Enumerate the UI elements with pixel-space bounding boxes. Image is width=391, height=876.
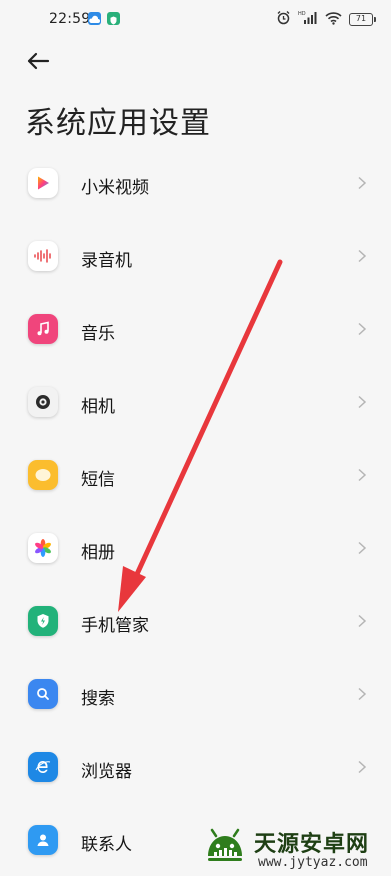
- chevron-right-icon: [358, 541, 367, 555]
- back-arrow-icon: [25, 51, 51, 75]
- back-button[interactable]: [25, 50, 55, 76]
- list-item-messages[interactable]: 短信: [0, 444, 391, 517]
- settings-list: 小米视频 录音机 音乐 相机 短信 相册 手机管家 搜索 浏览器 联系人: [0, 152, 391, 876]
- list-item-label: 联系人: [81, 835, 132, 855]
- list-item-label: 搜索: [81, 689, 115, 709]
- battery-icon: 71: [349, 12, 376, 26]
- search-icon: [28, 679, 58, 709]
- watermark: 天源安卓网 www.jytyaz.com: [196, 820, 391, 876]
- list-item-search[interactable]: 搜索: [0, 663, 391, 736]
- list-item-label: 音乐: [81, 324, 115, 344]
- list-item-music[interactable]: 音乐: [0, 298, 391, 371]
- page-title: 系统应用设置: [25, 106, 211, 141]
- alarm-icon: [276, 10, 291, 29]
- chevron-right-icon: [358, 468, 367, 482]
- list-item-label: 相机: [81, 397, 115, 417]
- cloud-icon: [88, 12, 101, 25]
- list-item-label: 录音机: [81, 251, 132, 271]
- list-item-label: 相册: [81, 543, 115, 563]
- watermark-url: www.jytyaz.com: [258, 855, 368, 870]
- list-item-label: 短信: [81, 470, 115, 490]
- list-item-label: 手机管家: [81, 616, 149, 636]
- chevron-right-icon: [358, 760, 367, 774]
- video-play-icon: [28, 168, 58, 198]
- svg-text:HD: HD: [298, 11, 306, 17]
- gallery-flower-icon: [28, 533, 58, 563]
- list-item-camera[interactable]: 相机: [0, 371, 391, 444]
- hd-signal-icon: HD: [298, 10, 318, 29]
- chevron-right-icon: [358, 614, 367, 628]
- chevron-right-icon: [358, 322, 367, 336]
- list-item-browser[interactable]: 浏览器: [0, 736, 391, 809]
- message-bubble-icon: [28, 460, 58, 490]
- chevron-right-icon: [358, 176, 367, 190]
- status-right-icons: HD 71: [276, 10, 376, 29]
- status-bar: 22:59 HD 71: [0, 0, 391, 40]
- list-item-mi-video[interactable]: 小米视频: [0, 152, 391, 225]
- list-item-label: 浏览器: [81, 762, 132, 782]
- chevron-right-icon: [358, 687, 367, 701]
- shield-icon: [107, 12, 120, 25]
- watermark-title: 天源安卓网: [254, 832, 370, 857]
- wifi-icon: [325, 10, 342, 29]
- android-logo-icon: [202, 826, 248, 874]
- security-shield-icon: [28, 606, 58, 636]
- list-item-label: 小米视频: [81, 178, 149, 198]
- list-item-gallery[interactable]: 相册: [0, 517, 391, 590]
- list-item-security[interactable]: 手机管家: [0, 590, 391, 663]
- music-note-icon: [28, 314, 58, 344]
- chevron-right-icon: [358, 395, 367, 409]
- camera-lens-icon: [28, 387, 58, 417]
- browser-e-icon: [28, 752, 58, 782]
- contacts-person-icon: [28, 825, 58, 855]
- recorder-waveform-icon: [28, 241, 58, 271]
- chevron-right-icon: [358, 249, 367, 263]
- status-time: 22:59: [49, 11, 91, 27]
- list-item-recorder[interactable]: 录音机: [0, 225, 391, 298]
